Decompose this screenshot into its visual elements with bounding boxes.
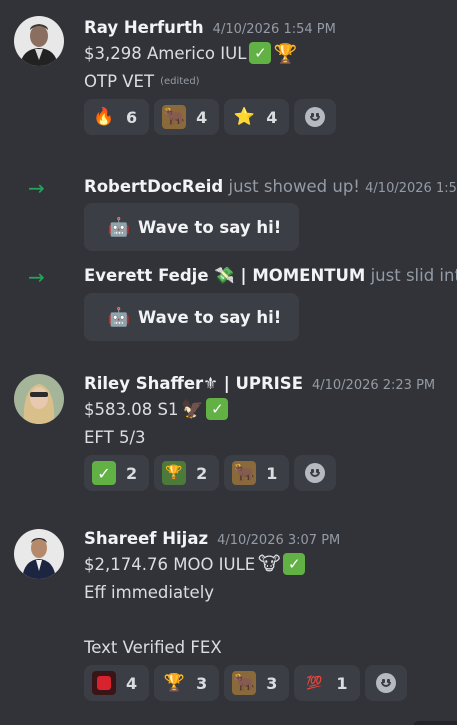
smiley-add-icon <box>305 107 326 127</box>
username[interactable]: Ray Herfurth <box>84 18 204 37</box>
wumpus-wave-icon: 🤖 <box>107 306 131 328</box>
username[interactable]: RobertDocReid <box>84 177 223 196</box>
avatar[interactable] <box>14 529 64 579</box>
username[interactable]: Everett Fedje 💸 | MOMENTUM <box>84 266 365 285</box>
wave-button[interactable]: 🤖 Wave to say hi! <box>84 203 300 251</box>
edited-label: (edited) <box>160 75 200 87</box>
eagle-icon: 🦅 <box>181 398 204 420</box>
cow-icon: 🐮 <box>258 553 281 575</box>
message-text: $2,174.76 MOO IULE <box>84 554 256 574</box>
check-mark-icon: ✓ <box>206 398 229 420</box>
reaction-count: 2 <box>126 463 138 483</box>
reaction-check[interactable]: ✓ 2 <box>84 455 150 491</box>
fire-icon: 🔥 <box>93 107 115 127</box>
trophy-icon: 🏆 <box>273 42 298 65</box>
reaction-count: 1 <box>266 463 278 483</box>
message-text: Text Verified FEX <box>84 637 222 657</box>
gold-star-icon: ⭐ <box>233 107 255 127</box>
smiley-add-icon <box>375 673 396 693</box>
reaction-count: 6 <box>126 107 138 127</box>
timestamp: 4/10/2026 1:54 PM <box>212 22 336 37</box>
reaction-count: 3 <box>266 673 278 693</box>
wumpus-wave-icon: 🤖 <box>107 216 131 238</box>
reaction-count: 4 <box>196 107 208 127</box>
bull-gold-icon: 🐂 <box>232 671 257 695</box>
bull-gold-icon: 🐂 <box>162 105 187 129</box>
username[interactable]: Shareef Hijaz <box>84 529 208 548</box>
reaction-bull[interactable]: 🐂 4 <box>154 99 220 135</box>
hundred-icon: 💯 <box>306 675 323 691</box>
message-line: Text Verified FEX <box>84 635 457 659</box>
join-arrow-icon: → <box>28 265 45 289</box>
message-line: Eff immediately <box>84 580 457 604</box>
add-reaction-button[interactable] <box>294 99 337 135</box>
join-description: just showed up! <box>223 177 366 196</box>
scroll-corner <box>413 721 457 725</box>
reaction-green-trophy[interactable]: 🏆 2 <box>154 455 220 491</box>
username[interactable]: Riley Shaffer⚜ | UPRISE <box>84 374 303 393</box>
wave-label: Wave to say hi! <box>138 307 282 327</box>
check-mark-icon: ✓ <box>283 553 306 575</box>
message-line: $3,298 Americo IUL ✓ 🏆 <box>84 41 457 65</box>
join-description: just slid into <box>370 266 457 285</box>
add-reaction-button[interactable] <box>294 455 337 491</box>
reactions-bar: 4 🏆 3 🐂 3 💯 1 <box>84 665 457 701</box>
wave-label: Wave to say hi! <box>138 217 282 237</box>
check-icon: ✓ <box>92 461 116 485</box>
reaction-star[interactable]: ⭐ 4 <box>224 99 290 135</box>
message-line: $2,174.76 MOO IULE 🐮 ✓ <box>84 552 457 576</box>
check-mark-icon: ✓ <box>249 42 272 64</box>
trophy-icon: 🏆 <box>163 673 185 693</box>
reaction-bull[interactable]: 🐂 1 <box>224 455 290 491</box>
reactions-bar: ✓ 2 🏆 2 🐂 1 <box>84 455 457 491</box>
avatar[interactable] <box>14 374 64 424</box>
avatar[interactable] <box>14 16 64 66</box>
add-reaction-button[interactable] <box>364 665 407 701</box>
timestamp: 4/10/2026 1:58 <box>365 181 457 196</box>
reaction-count: 2 <box>196 463 208 483</box>
reaction-fire[interactable]: 🔥 6 <box>84 99 150 135</box>
reaction-count: 4 <box>126 673 138 693</box>
reactions-bar: 🔥 6 🐂 4 ⭐ 4 <box>84 99 457 135</box>
message-text: $3,298 Americo IUL <box>84 43 247 63</box>
join-arrow-icon: → <box>28 176 45 200</box>
reaction-count: 4 <box>266 107 278 127</box>
join-text: RobertDocReid just showed up! 4/10/2026 … <box>84 177 457 196</box>
reaction-count: 3 <box>196 673 208 693</box>
message-text: $583.08 S1 <box>84 399 179 419</box>
message-line: OTP VET (edited) <box>84 69 457 93</box>
message-text: EFT 5/3 <box>84 427 146 447</box>
reaction-hundred[interactable]: 💯 1 <box>294 665 360 701</box>
message-text: OTP VET <box>84 71 155 91</box>
reaction-red-gem[interactable]: 4 <box>84 665 150 701</box>
join-text: Everett Fedje 💸 | MOMENTUM just slid int… <box>84 266 457 286</box>
message-line: $583.08 S1 🦅 ✓ <box>84 397 457 421</box>
message-text: Eff immediately <box>84 582 215 602</box>
smiley-add-icon <box>305 463 326 483</box>
reaction-count: 1 <box>336 673 348 693</box>
green-trophy-icon: 🏆 <box>162 461 187 485</box>
timestamp: 4/10/2026 3:07 PM <box>217 533 341 548</box>
wave-button[interactable]: 🤖 Wave to say hi! <box>84 293 300 341</box>
red-gem-icon <box>92 671 116 695</box>
reaction-bull[interactable]: 🐂 3 <box>224 665 290 701</box>
message-line: EFT 5/3 <box>84 425 457 449</box>
timestamp: 4/10/2026 2:23 PM <box>311 378 436 393</box>
bull-gold-icon: 🐂 <box>232 461 257 485</box>
reaction-trophy[interactable]: 🏆 3 <box>154 665 220 701</box>
